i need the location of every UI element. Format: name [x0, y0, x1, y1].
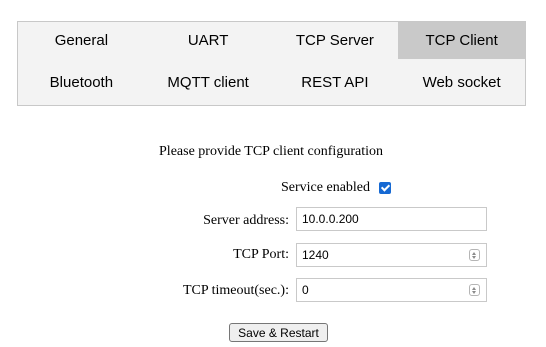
tcp-port-value: 1240: [302, 248, 329, 262]
tcp-timeout-label: TCP timeout(sec.):: [182, 283, 289, 298]
save-restart-button[interactable]: Save & Restart: [229, 323, 328, 342]
tcp-port-label: TCP Port:: [233, 247, 289, 262]
service-enabled-checkbox[interactable]: [379, 182, 392, 194]
form-prompt: Please provide TCP client configuration: [159, 144, 383, 159]
tab-uart[interactable]: UART: [145, 22, 272, 59]
server-address-input[interactable]: 10.0.0.200: [296, 207, 487, 231]
service-enabled-label: Service enabled: [281, 180, 371, 195]
tcp-timeout-spinner[interactable]: [469, 284, 480, 296]
tcp-timeout-value: 0: [302, 283, 309, 297]
tab-mqtt-client[interactable]: MQTT client: [145, 59, 272, 105]
server-address-value: 10.0.0.200: [302, 212, 359, 226]
tab-bar: General UART TCP Server TCP Client Bluet…: [17, 21, 526, 106]
service-enabled-row: Service enabled: [281, 180, 392, 196]
tab-tcp-server[interactable]: TCP Server: [272, 22, 399, 59]
tab-bluetooth[interactable]: Bluetooth: [18, 59, 145, 105]
tab-rest-api[interactable]: REST API: [272, 59, 399, 105]
tcp-port-spinner[interactable]: [469, 249, 480, 261]
tab-general[interactable]: General: [18, 22, 145, 59]
server-address-label: Server address:: [203, 213, 289, 228]
tab-web-socket[interactable]: Web socket: [398, 59, 525, 105]
tcp-port-input[interactable]: 1240: [296, 243, 487, 267]
tcp-timeout-input[interactable]: 0: [296, 278, 487, 302]
tcp-client-config-page: General UART TCP Server TCP Client Bluet…: [0, 0, 546, 347]
tab-tcp-client[interactable]: TCP Client: [398, 22, 525, 59]
